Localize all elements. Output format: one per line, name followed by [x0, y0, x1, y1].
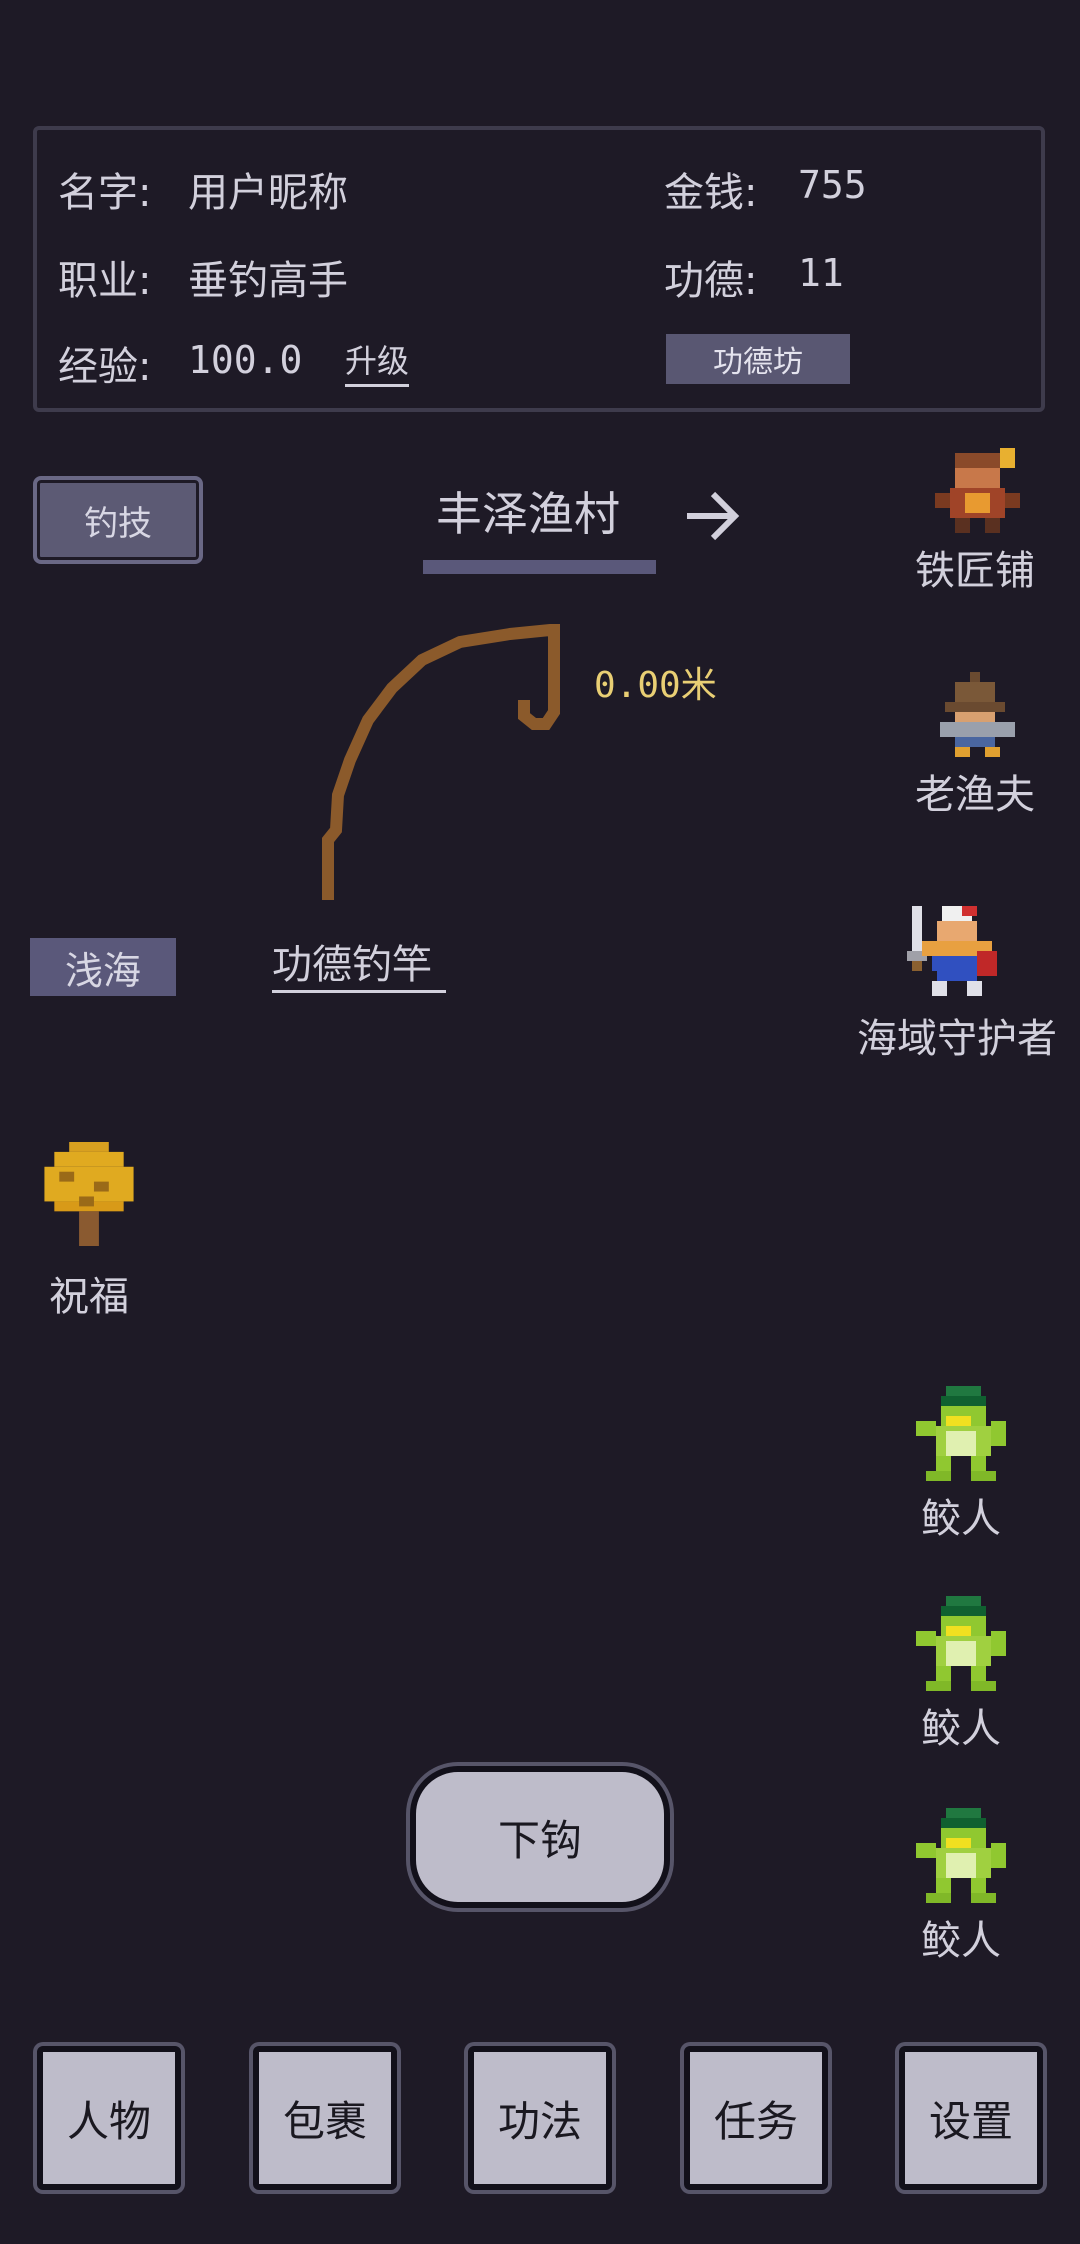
- player-info-panel: [33, 126, 1045, 412]
- location-underline: [423, 560, 656, 574]
- monster-merfolk[interactable]: 鲛人: [900, 1808, 1022, 1966]
- job-value: 垂钓高手: [188, 258, 348, 304]
- fishing-zone-tag[interactable]: 浅海: [30, 938, 176, 996]
- monster-merfolk-label: 鲛人: [921, 1706, 1001, 1752]
- merit-value: 11: [798, 251, 844, 295]
- npc-old-fisherman[interactable]: 老渔夫: [900, 672, 1050, 820]
- merfolk-icon: [916, 1386, 1006, 1481]
- npc-sea-guardian-label: 海域守护者: [857, 1016, 1057, 1062]
- exp-value: 100.0: [188, 338, 303, 382]
- money-value: 755: [798, 163, 867, 207]
- nav-skills-button[interactable]: 功法: [468, 2046, 612, 2190]
- monster-merfolk[interactable]: 鲛人: [900, 1386, 1022, 1544]
- name-value: 用户昵称: [188, 170, 348, 216]
- fishing-skill-button[interactable]: 钓技: [33, 476, 203, 564]
- name-label: 名字:: [58, 170, 152, 216]
- blessing-label: 祝福: [49, 1274, 129, 1320]
- job-label: 职业:: [58, 258, 152, 304]
- fishing-rod-icon: [322, 624, 560, 900]
- npc-blacksmith-label: 铁匠铺: [915, 548, 1035, 594]
- rod-name-underline: [272, 990, 446, 993]
- sea-guardian-icon: [907, 906, 997, 996]
- nav-character-button[interactable]: 人物: [37, 2046, 181, 2190]
- money-label: 金钱:: [664, 170, 758, 216]
- old-fisherman-icon: [940, 672, 1015, 757]
- rod-name[interactable]: 功德钓竿: [272, 932, 432, 990]
- npc-sea-guardian[interactable]: 海域守护者: [842, 906, 1072, 1064]
- merit-label: 功德:: [664, 258, 758, 304]
- cast-hook-button[interactable]: 下钩: [410, 1766, 670, 1908]
- npc-blacksmith[interactable]: 铁匠铺: [900, 448, 1050, 596]
- merfolk-icon: [916, 1808, 1006, 1903]
- exp-label: 经验:: [58, 344, 152, 390]
- npc-old-fisherman-label: 老渔夫: [915, 772, 1035, 818]
- levelup-button[interactable]: 升级: [345, 336, 410, 387]
- monster-merfolk[interactable]: 鲛人: [900, 1596, 1022, 1754]
- monster-merfolk-label: 鲛人: [921, 1496, 1001, 1542]
- nav-quests-button[interactable]: 任务: [684, 2046, 828, 2190]
- golden-tree-icon: [44, 1142, 134, 1246]
- nav-inventory-button[interactable]: 包裹: [253, 2046, 397, 2190]
- blacksmith-icon: [935, 448, 1020, 533]
- blessing-button[interactable]: 祝福: [30, 1142, 148, 1322]
- nav-settings-button[interactable]: 设置: [899, 2046, 1043, 2190]
- monster-merfolk-label: 鲛人: [921, 1918, 1001, 1964]
- merfolk-icon: [916, 1596, 1006, 1691]
- merit-shop-button[interactable]: 功德坊: [666, 334, 850, 384]
- cast-distance: 0.00米: [594, 665, 717, 706]
- arrow-right-icon[interactable]: [683, 488, 743, 544]
- location-title: 丰泽渔村: [436, 487, 620, 541]
